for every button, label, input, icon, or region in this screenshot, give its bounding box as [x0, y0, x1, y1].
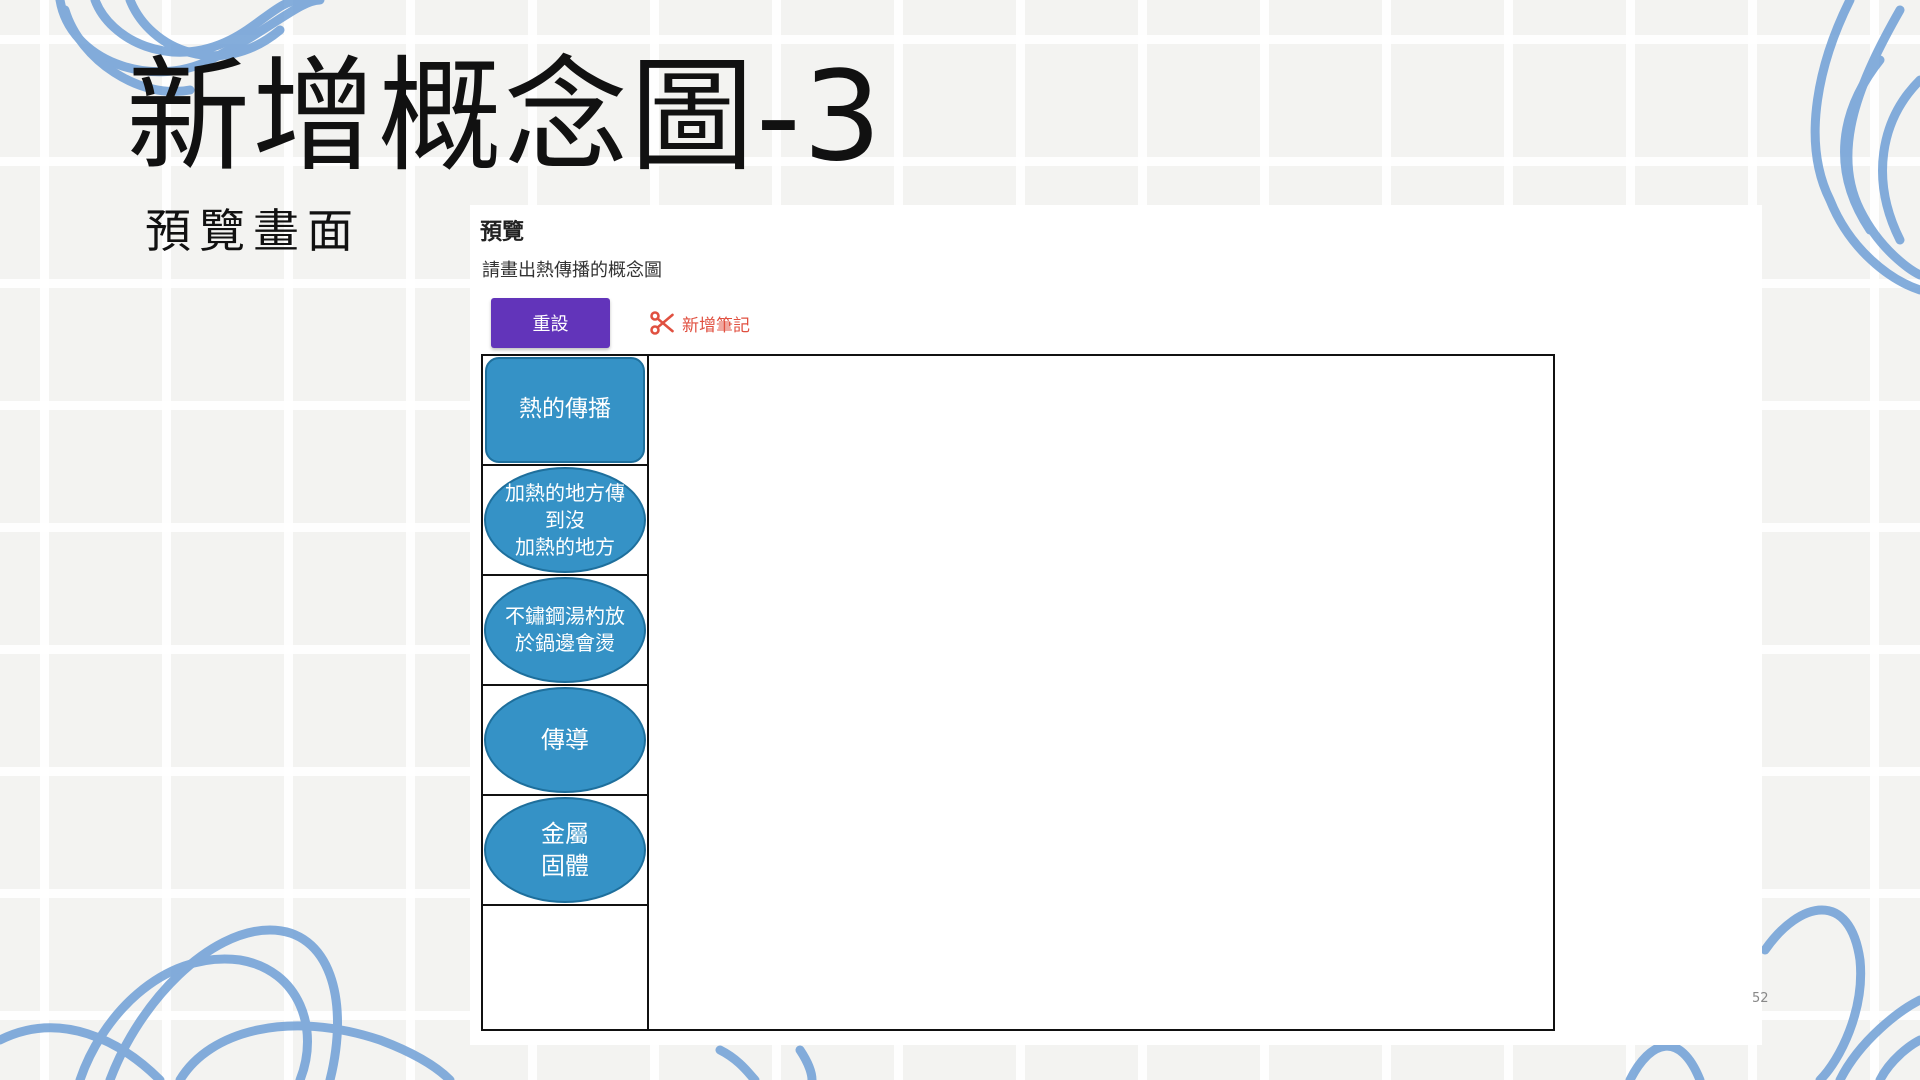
add-note-label: 新增筆記 — [682, 315, 750, 336]
scissors-icon — [648, 309, 676, 337]
node-cell: 熱的傳播 — [483, 356, 647, 466]
reset-button[interactable]: 重設 — [491, 298, 610, 348]
concept-node-heat-transfer[interactable]: 熱的傳播 — [485, 357, 645, 463]
concept-map-canvas[interactable] — [649, 356, 1553, 1029]
concept-node-example[interactable]: 不鏽鋼湯杓放 於鍋邊會燙 — [484, 577, 646, 683]
concept-node-metal-solid[interactable]: 金屬 固體 — [484, 797, 646, 903]
node-cell: 加熱的地方傳到沒 加熱的地方 — [483, 466, 647, 576]
concept-node-conduction[interactable]: 傳導 — [484, 687, 646, 793]
concept-node-definition[interactable]: 加熱的地方傳到沒 加熱的地方 — [484, 467, 646, 573]
page-number: 52 — [1752, 991, 1769, 1006]
preview-panel: 預覽 請畫出熱傳播的概念圖 重設 新增筆記 熱的傳播 加熱的地方傳到沒 加熱的地… — [470, 205, 1762, 1045]
node-cell: 傳導 — [483, 686, 647, 796]
preview-heading: 預覽 — [480, 220, 525, 245]
question-text: 請畫出熱傳播的概念圖 — [482, 260, 662, 281]
concept-map-area: 熱的傳播 加熱的地方傳到沒 加熱的地方 不鏽鋼湯杓放 於鍋邊會燙 傳導 金屬 固… — [481, 354, 1555, 1031]
node-palette: 熱的傳播 加熱的地方傳到沒 加熱的地方 不鏽鋼湯杓放 於鍋邊會燙 傳導 金屬 固… — [483, 356, 649, 1029]
slide-title: 新增概念圖-3 — [126, 45, 884, 189]
node-cell: 金屬 固體 — [483, 796, 647, 906]
slide-subtitle: 預覽畫面 — [145, 204, 361, 258]
node-cell: 不鏽鋼湯杓放 於鍋邊會燙 — [483, 576, 647, 686]
add-note-button[interactable]: 新增筆記 — [648, 305, 750, 341]
